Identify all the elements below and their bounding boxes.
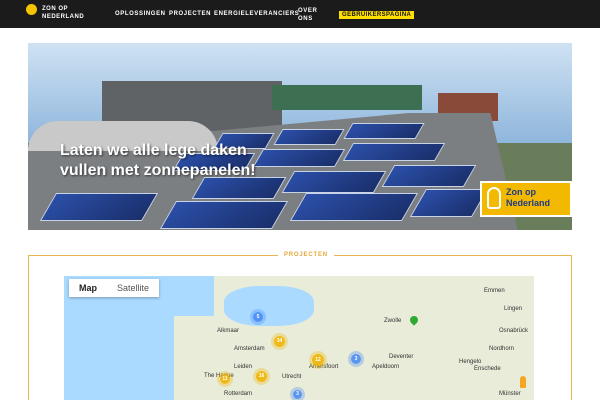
city-label: Emmen xyxy=(484,288,505,294)
city-label: Apeldoorn xyxy=(372,364,400,370)
city-label: Osnabrück xyxy=(499,328,529,334)
solar-panel xyxy=(289,193,419,221)
projects-map[interactable]: Map Satellite Alkmaar Amsterdam Leiden T… xyxy=(64,276,534,400)
city-label: Amersfoort xyxy=(309,364,339,370)
section-title: PROJECTEN xyxy=(278,252,334,258)
nav-projecten[interactable]: PROJECTEN xyxy=(169,11,211,17)
hero-banner: Laten we alle lege daken vullen met zonn… xyxy=(28,43,572,230)
city-label: Lingen xyxy=(504,306,523,312)
street-view-pegman-icon[interactable] xyxy=(520,376,526,388)
city-label: Leiden xyxy=(234,364,253,370)
solar-panel xyxy=(343,123,425,139)
lightbulb-icon xyxy=(487,187,501,209)
map-tab-map[interactable]: Map xyxy=(69,279,107,297)
map-tab-satellite[interactable]: Satellite xyxy=(107,279,159,297)
solar-panel xyxy=(381,165,477,187)
top-navbar: ZON OP NEDERLAND OPLOSSINGEN PROJECTEN E… xyxy=(0,0,600,28)
city-label: Utrecht xyxy=(282,374,302,380)
map-cluster-marker[interactable]: 11 xyxy=(220,374,230,384)
green-hall-building xyxy=(272,85,422,110)
city-label: Zwolle xyxy=(384,318,402,324)
city-label: Amsterdam xyxy=(234,346,265,352)
solar-panel xyxy=(281,171,387,193)
map-cluster-marker[interactable]: 12 xyxy=(312,354,324,366)
city-label: Enschede xyxy=(474,366,501,372)
map-cluster-marker[interactable]: 5 xyxy=(253,312,263,322)
solar-panel xyxy=(252,149,346,167)
nav-oplossingen[interactable]: OPLOSSINGEN xyxy=(115,11,166,17)
hero-logo-badge: Zon op Nederland xyxy=(480,181,572,217)
map-cluster-marker[interactable]: 3 xyxy=(293,390,302,399)
city-label: Münster xyxy=(499,391,521,397)
city-label: Hengelo xyxy=(459,359,482,365)
map-cluster-marker[interactable]: 34 xyxy=(274,336,285,347)
nav-over-ons[interactable]: OVER ONS xyxy=(298,7,320,23)
map-cluster-marker[interactable]: 3 xyxy=(351,354,361,364)
site-logo-text[interactable]: ZON OP NEDERLAND xyxy=(42,5,102,21)
solar-panel xyxy=(39,193,159,221)
city-label: Nordhorn xyxy=(489,346,515,352)
map-type-tabs: Map Satellite xyxy=(69,279,160,297)
nav-energieleveranciers[interactable]: ENERGIELEVERANCIERS xyxy=(214,11,299,17)
solar-panel xyxy=(342,143,446,161)
solar-panel xyxy=(273,129,345,145)
city-label: Deventer xyxy=(389,354,414,360)
city-label: Rotterdam xyxy=(224,391,253,397)
sun-logo-icon[interactable] xyxy=(26,4,37,15)
user-page-button[interactable]: GEBRUIKERSPAGINA xyxy=(339,11,415,19)
solar-panel xyxy=(159,201,289,229)
city-label: Alkmaar xyxy=(217,328,240,334)
map-cluster-marker[interactable]: 16 xyxy=(256,371,267,382)
hero-headline: Laten we alle lege daken vullen met zonn… xyxy=(60,142,256,179)
hero-logo-text: Zon op Nederland xyxy=(506,187,551,208)
ijsselmeer-water xyxy=(224,286,314,326)
projects-section: PROJECTEN Map Satellite Alkmaar Amsterda… xyxy=(28,252,572,400)
